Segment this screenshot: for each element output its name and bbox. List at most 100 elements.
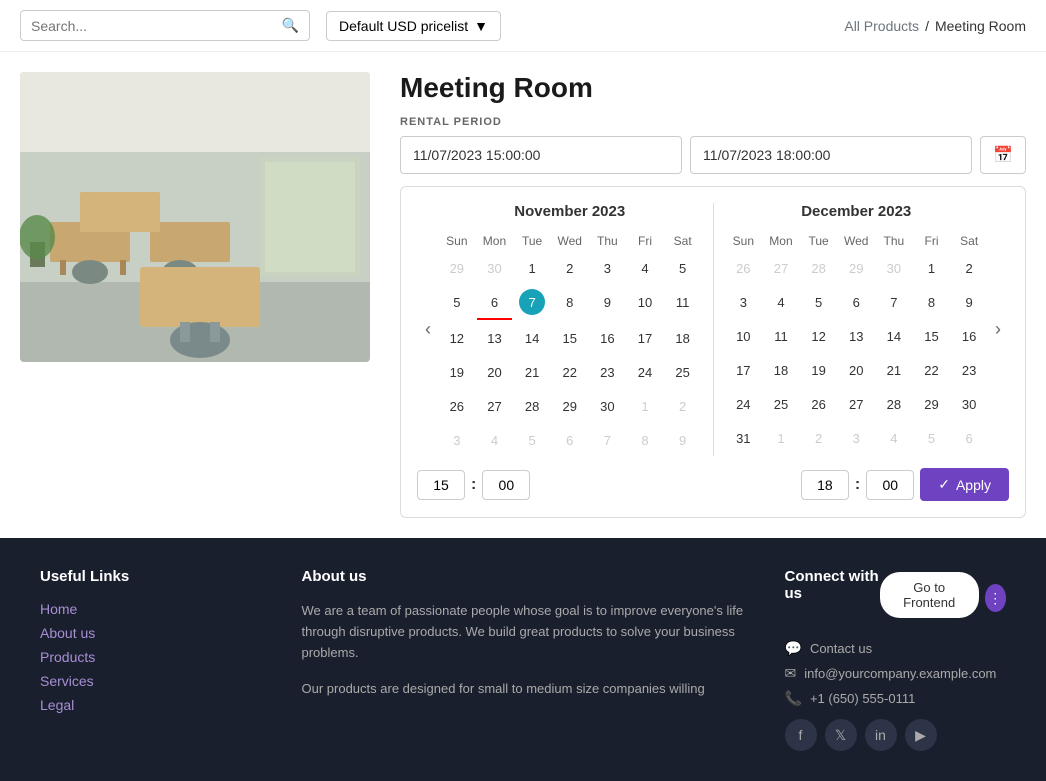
calendar-cell[interactable]: 1 bbox=[763, 422, 799, 454]
calendar-cell[interactable]: 7 bbox=[876, 286, 912, 318]
footer-link-home[interactable]: Home bbox=[40, 601, 262, 617]
footer-link-products[interactable]: Products bbox=[40, 649, 262, 665]
footer-link-legal[interactable]: Legal bbox=[40, 697, 262, 713]
calendar-cell[interactable]: 21 bbox=[514, 356, 550, 388]
calendar-cell[interactable]: 25 bbox=[665, 356, 701, 388]
footer-link-about-anchor[interactable]: About us bbox=[40, 625, 95, 641]
calendar-cell[interactable]: 6 bbox=[838, 286, 874, 318]
social-youtube-icon[interactable]: ▶ bbox=[905, 719, 937, 751]
calendar-cell[interactable]: 8 bbox=[552, 286, 588, 320]
calendar-cell[interactable]: 2 bbox=[665, 390, 701, 422]
calendar-cell[interactable]: 2 bbox=[951, 252, 987, 284]
calendar-cell[interactable]: 30 bbox=[876, 252, 912, 284]
calendar-cell[interactable]: 27 bbox=[763, 252, 799, 284]
calendar-cell[interactable]: 4 bbox=[876, 422, 912, 454]
search-input[interactable] bbox=[31, 18, 274, 34]
calendar-cell[interactable]: 9 bbox=[951, 286, 987, 318]
calendar-cell[interactable]: 20 bbox=[477, 356, 513, 388]
calendar-cell[interactable]: 2 bbox=[552, 252, 588, 284]
go-frontend-button[interactable]: Go to Frontend bbox=[880, 572, 979, 618]
calendar-cell[interactable]: 1 bbox=[914, 252, 950, 284]
calendar-cell[interactable]: 29 bbox=[439, 252, 475, 284]
go-frontend-options-button[interactable]: ⋮ bbox=[985, 584, 1006, 612]
calendar-cell[interactable]: 30 bbox=[951, 388, 987, 420]
calendar-cell[interactable]: 25 bbox=[763, 388, 799, 420]
calendar-cell[interactable]: 6 bbox=[552, 424, 588, 456]
calendar-cell[interactable]: 7 bbox=[590, 424, 626, 456]
calendar-cell[interactable]: 14 bbox=[514, 322, 550, 354]
footer-link-legal-anchor[interactable]: Legal bbox=[40, 697, 74, 713]
calendar-cell[interactable]: 31 bbox=[726, 422, 762, 454]
calendar-cell[interactable]: 26 bbox=[439, 390, 475, 422]
calendar-cell[interactable]: 29 bbox=[838, 252, 874, 284]
calendar-cell[interactable]: 17 bbox=[726, 354, 762, 386]
calendar-icon-button[interactable]: 📅 bbox=[980, 136, 1026, 174]
calendar-cell[interactable]: 9 bbox=[665, 424, 701, 456]
social-linkedin-icon[interactable]: in bbox=[865, 719, 897, 751]
calendar-cell[interactable]: 22 bbox=[552, 356, 588, 388]
calendar-cell[interactable]: 5 bbox=[914, 422, 950, 454]
social-facebook-icon[interactable]: f bbox=[785, 719, 817, 751]
calendar-cell[interactable]: 24 bbox=[726, 388, 762, 420]
calendar-cell[interactable]: 30 bbox=[590, 390, 626, 422]
calendar-cell[interactable]: 5 bbox=[439, 286, 475, 320]
calendar-cell[interactable]: 17 bbox=[627, 322, 663, 354]
footer-link-products-anchor[interactable]: Products bbox=[40, 649, 95, 665]
calendar-cell[interactable]: 4 bbox=[477, 424, 513, 456]
search-box[interactable]: 🔍 bbox=[20, 10, 310, 41]
footer-link-about[interactable]: About us bbox=[40, 625, 262, 641]
calendar-cell[interactable]: 11 bbox=[763, 320, 799, 352]
date-end-input[interactable] bbox=[690, 136, 972, 174]
calendar-cell[interactable]: 2 bbox=[801, 422, 837, 454]
calendar-cell[interactable]: 1 bbox=[627, 390, 663, 422]
apply-button[interactable]: ✓ Apply bbox=[920, 468, 1009, 501]
calendar-cell[interactable]: 5 bbox=[801, 286, 837, 318]
calendar-cell[interactable]: 3 bbox=[439, 424, 475, 456]
calendar-cell[interactable]: 8 bbox=[627, 424, 663, 456]
calendar-cell[interactable]: 16 bbox=[590, 322, 626, 354]
end-hour-input[interactable] bbox=[801, 470, 849, 500]
end-minute-input[interactable] bbox=[866, 470, 914, 500]
calendar-cell[interactable]: 3 bbox=[590, 252, 626, 284]
calendar-cell[interactable]: 4 bbox=[627, 252, 663, 284]
calendar-cell[interactable]: 18 bbox=[763, 354, 799, 386]
calendar-cell[interactable]: 9 bbox=[590, 286, 626, 320]
calendar-cell[interactable]: 12 bbox=[439, 322, 475, 354]
calendar-cell[interactable]: 30 bbox=[477, 252, 513, 284]
calendar-cell[interactable]: 28 bbox=[514, 390, 550, 422]
calendar-cell[interactable]: 23 bbox=[590, 356, 626, 388]
calendar-cell[interactable]: 20 bbox=[838, 354, 874, 386]
calendar-cell[interactable]: 6 bbox=[951, 422, 987, 454]
start-minute-input[interactable] bbox=[482, 470, 530, 500]
calendar-cell[interactable]: 29 bbox=[914, 388, 950, 420]
calendar-next-button[interactable]: › bbox=[987, 315, 1009, 344]
social-twitter-icon[interactable]: 𝕏 bbox=[825, 719, 857, 751]
calendar-prev-button[interactable]: ‹ bbox=[417, 315, 439, 344]
calendar-cell[interactable]: 5 bbox=[514, 424, 550, 456]
calendar-cell[interactable]: 19 bbox=[439, 356, 475, 388]
calendar-cell[interactable]: 21 bbox=[876, 354, 912, 386]
calendar-cell[interactable]: 22 bbox=[914, 354, 950, 386]
calendar-cell[interactable]: 19 bbox=[801, 354, 837, 386]
calendar-cell[interactable]: 8 bbox=[914, 286, 950, 318]
calendar-cell[interactable]: 26 bbox=[801, 388, 837, 420]
calendar-cell[interactable]: 24 bbox=[627, 356, 663, 388]
calendar-cell[interactable]: 16 bbox=[951, 320, 987, 352]
calendar-cell[interactable]: 27 bbox=[477, 390, 513, 422]
calendar-cell[interactable]: 13 bbox=[838, 320, 874, 352]
calendar-cell[interactable]: 14 bbox=[876, 320, 912, 352]
calendar-cell[interactable]: 1 bbox=[514, 252, 550, 284]
footer-link-home-anchor[interactable]: Home bbox=[40, 601, 77, 617]
calendar-cell[interactable]: 15 bbox=[914, 320, 950, 352]
calendar-cell[interactable]: 18 bbox=[665, 322, 701, 354]
calendar-cell[interactable]: 7 bbox=[514, 286, 550, 320]
calendar-cell[interactable]: 4 bbox=[763, 286, 799, 318]
start-hour-input[interactable] bbox=[417, 470, 465, 500]
calendar-cell[interactable]: 3 bbox=[838, 422, 874, 454]
calendar-cell[interactable]: 15 bbox=[552, 322, 588, 354]
calendar-cell[interactable]: 3 bbox=[726, 286, 762, 318]
calendar-cell[interactable]: 27 bbox=[838, 388, 874, 420]
calendar-cell[interactable]: 23 bbox=[951, 354, 987, 386]
breadcrumb-parent[interactable]: All Products bbox=[844, 18, 919, 34]
calendar-cell[interactable]: 12 bbox=[801, 320, 837, 352]
